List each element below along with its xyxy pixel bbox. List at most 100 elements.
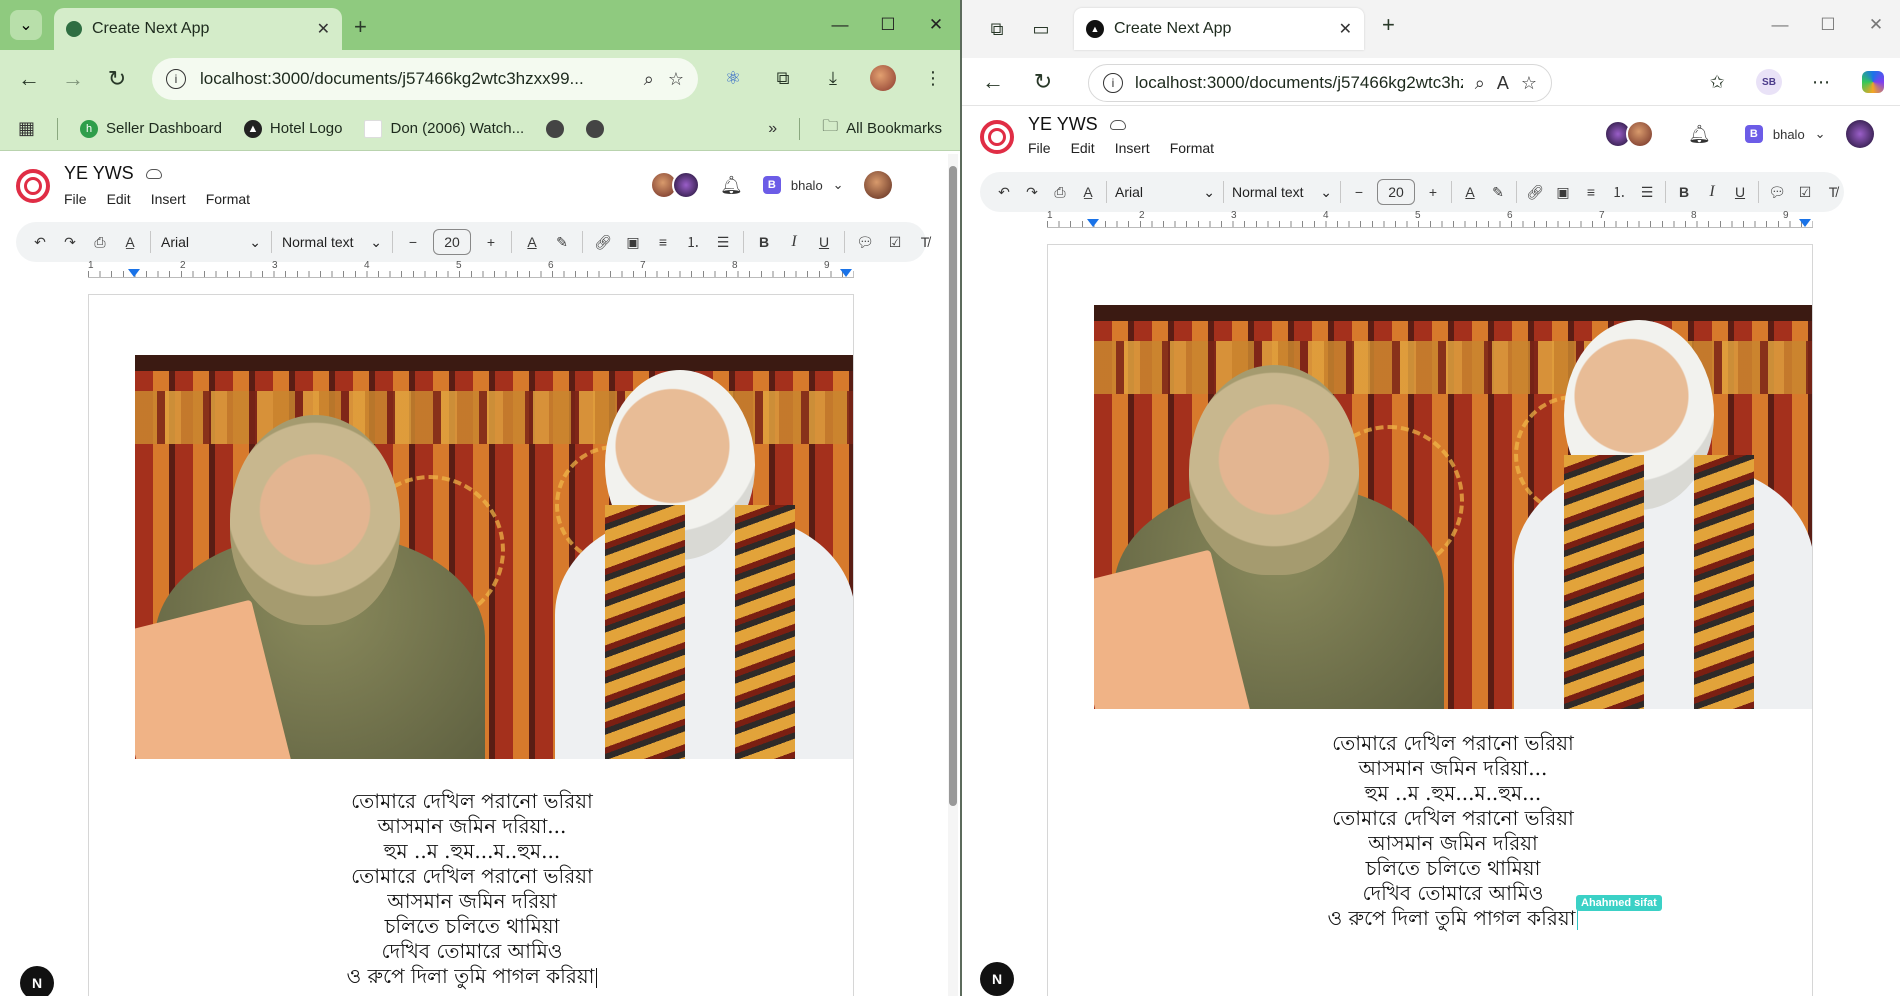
globe-icon[interactable] [586, 119, 605, 138]
address-bar[interactable]: i localhost:3000/documents/j57466kg2wtc3… [1088, 64, 1552, 102]
menu-file[interactable]: File [1028, 140, 1051, 156]
profile-button[interactable]: SB [1752, 64, 1786, 100]
workspaces-icon[interactable]: ⧉ [980, 12, 1014, 46]
scrollbar[interactable] [948, 154, 958, 996]
clear-format-icon[interactable]: T̸ [1823, 181, 1843, 203]
close-tab-icon[interactable]: ✕ [1339, 19, 1352, 39]
globe-icon[interactable] [546, 119, 565, 138]
underline-icon[interactable]: U [1730, 181, 1750, 203]
font-size-input[interactable]: 20 [1377, 179, 1415, 205]
text-color-icon[interactable]: A [1460, 181, 1480, 203]
user-avatar[interactable] [863, 171, 892, 199]
app-logo-icon[interactable] [980, 120, 1014, 154]
font-family-select[interactable]: Arial ⌄ [161, 234, 261, 251]
font-family-select[interactable]: Arial ⌄ [1115, 184, 1215, 201]
reload-button[interactable]: ↻ [100, 62, 134, 96]
user-avatar[interactable] [1845, 120, 1874, 148]
spellcheck-icon[interactable]: A̲ [120, 231, 140, 253]
more-menu-icon[interactable]: ⋯ [1804, 64, 1838, 100]
menu-edit[interactable]: Edit [107, 191, 131, 207]
text-color-icon[interactable]: A [522, 231, 542, 253]
copilot-icon[interactable] [1856, 64, 1890, 100]
browser-tab[interactable]: ▲ Create Next App ✕ [1074, 8, 1364, 50]
site-info-icon[interactable]: i [166, 69, 186, 89]
org-switcher[interactable]: B bhalo ⌄ [762, 176, 844, 194]
address-bar[interactable]: i localhost:3000/documents/j57466kg2wtc3… [152, 58, 698, 100]
menu-format[interactable]: Format [206, 191, 250, 207]
back-button[interactable]: ← [12, 62, 46, 96]
font-size-increase-icon[interactable]: + [1423, 181, 1443, 203]
zoom-icon[interactable]: ⌕ [1475, 73, 1485, 94]
avatar[interactable] [1626, 120, 1654, 148]
next-dev-badge[interactable]: N [20, 966, 54, 996]
profile-avatar[interactable] [866, 60, 900, 96]
menu-format[interactable]: Format [1170, 140, 1214, 156]
font-size-increase-icon[interactable]: + [481, 231, 501, 253]
spellcheck-icon[interactable]: A̲ [1078, 181, 1098, 203]
italic-icon[interactable]: I [784, 231, 804, 253]
align-icon[interactable]: ≡ [1581, 181, 1601, 203]
align-icon[interactable]: ≡ [653, 231, 673, 253]
close-window-button[interactable]: ✕ [912, 0, 960, 50]
document-image[interactable] [135, 355, 853, 759]
apps-grid-icon[interactable]: ▦ [18, 118, 35, 139]
doc-title[interactable]: YE YWS [64, 163, 134, 184]
new-tab-button[interactable]: + [1382, 12, 1395, 38]
menu-edit[interactable]: Edit [1071, 140, 1095, 156]
back-button[interactable]: ← [976, 65, 1010, 99]
highlight-icon[interactable]: ✎ [1488, 181, 1508, 203]
doc-title[interactable]: YE YWS [1028, 114, 1098, 135]
new-tab-button[interactable]: + [354, 14, 367, 40]
comment-icon[interactable]: 💬︎ [1767, 181, 1787, 203]
menu-insert[interactable]: Insert [151, 191, 186, 207]
checklist-icon[interactable]: ☑ [885, 231, 905, 253]
checklist-icon[interactable]: ☑ [1795, 181, 1815, 203]
font-size-decrease-icon[interactable]: − [403, 231, 423, 253]
highlight-icon[interactable]: ✎ [552, 231, 572, 253]
favorite-star-icon[interactable]: ☆ [1521, 73, 1537, 94]
link-icon[interactable]: 🔗︎ [593, 231, 613, 253]
undo-icon[interactable]: ↶ [994, 181, 1014, 203]
comment-icon[interactable]: 💬︎ [855, 231, 875, 253]
redo-icon[interactable]: ↷ [60, 231, 80, 253]
italic-icon[interactable]: I [1702, 181, 1722, 203]
read-aloud-icon[interactable]: A [1497, 73, 1509, 94]
bullet-list-icon[interactable]: ☰ [1637, 181, 1657, 203]
browser-tab[interactable]: Create Next App ✕ [54, 8, 342, 50]
document-page[interactable]: তোমারে দেখিল পরানো ভরিয়া আসমান জমিন দরি… [1047, 244, 1813, 996]
underline-icon[interactable]: U [814, 231, 834, 253]
tab-search-button[interactable]: ⌄ [10, 10, 42, 40]
avatar[interactable] [672, 171, 700, 199]
bell-icon[interactable]: 🔔︎ [720, 175, 743, 196]
document-text[interactable]: তোমারে দেখিল পরানো ভরিয়া আসমান জমিন দরি… [1048, 731, 1812, 931]
bookmark-don[interactable]: Don (2006) Watch... [364, 119, 524, 138]
bookmark-seller-dashboard[interactable]: h Seller Dashboard [80, 119, 222, 138]
minimize-button[interactable]: — [1756, 0, 1804, 50]
scrollbar-thumb[interactable] [949, 166, 957, 806]
zoom-icon[interactable]: ⌕ [644, 69, 654, 90]
left-margin-handle[interactable] [128, 269, 140, 277]
right-margin-handle[interactable] [1799, 219, 1811, 227]
favorites-icon[interactable]: ✩ [1700, 64, 1734, 100]
menu-insert[interactable]: Insert [1115, 140, 1150, 156]
minimize-button[interactable]: — [816, 0, 864, 50]
next-dev-badge[interactable]: N [980, 962, 1014, 996]
tab-actions-icon[interactable]: ▭ [1024, 12, 1058, 46]
clear-format-icon[interactable]: T̸ [915, 231, 935, 253]
image-icon[interactable]: ▣ [623, 231, 643, 253]
react-devtools-icon[interactable]: ⚛ [716, 60, 750, 96]
document-image[interactable] [1094, 305, 1812, 709]
document-page[interactable]: তোমারে দেখিল পরানো ভরিয়া আসমান জমিন দরি… [88, 294, 854, 996]
url-text[interactable]: localhost:3000/documents/j57466kg2wtc3hz… [1135, 73, 1463, 93]
maximize-button[interactable]: ☐ [864, 0, 912, 50]
image-icon[interactable]: ▣ [1553, 181, 1573, 203]
right-margin-handle[interactable] [840, 269, 852, 277]
document-text[interactable]: তোমারে দেখিল পরানো ভরিয়া আসমান জমিন দরি… [89, 789, 853, 989]
bookmark-star-icon[interactable]: ☆ [668, 69, 684, 90]
org-switcher[interactable]: B bhalo ⌄ [1744, 125, 1826, 143]
bullet-list-icon[interactable]: ☰ [713, 231, 733, 253]
close-tab-icon[interactable]: ✕ [317, 19, 330, 39]
font-size-decrease-icon[interactable]: − [1349, 181, 1369, 203]
numbered-list-icon[interactable]: ⒈ [683, 231, 703, 253]
text-style-select[interactable]: Normal text ⌄ [282, 234, 382, 251]
